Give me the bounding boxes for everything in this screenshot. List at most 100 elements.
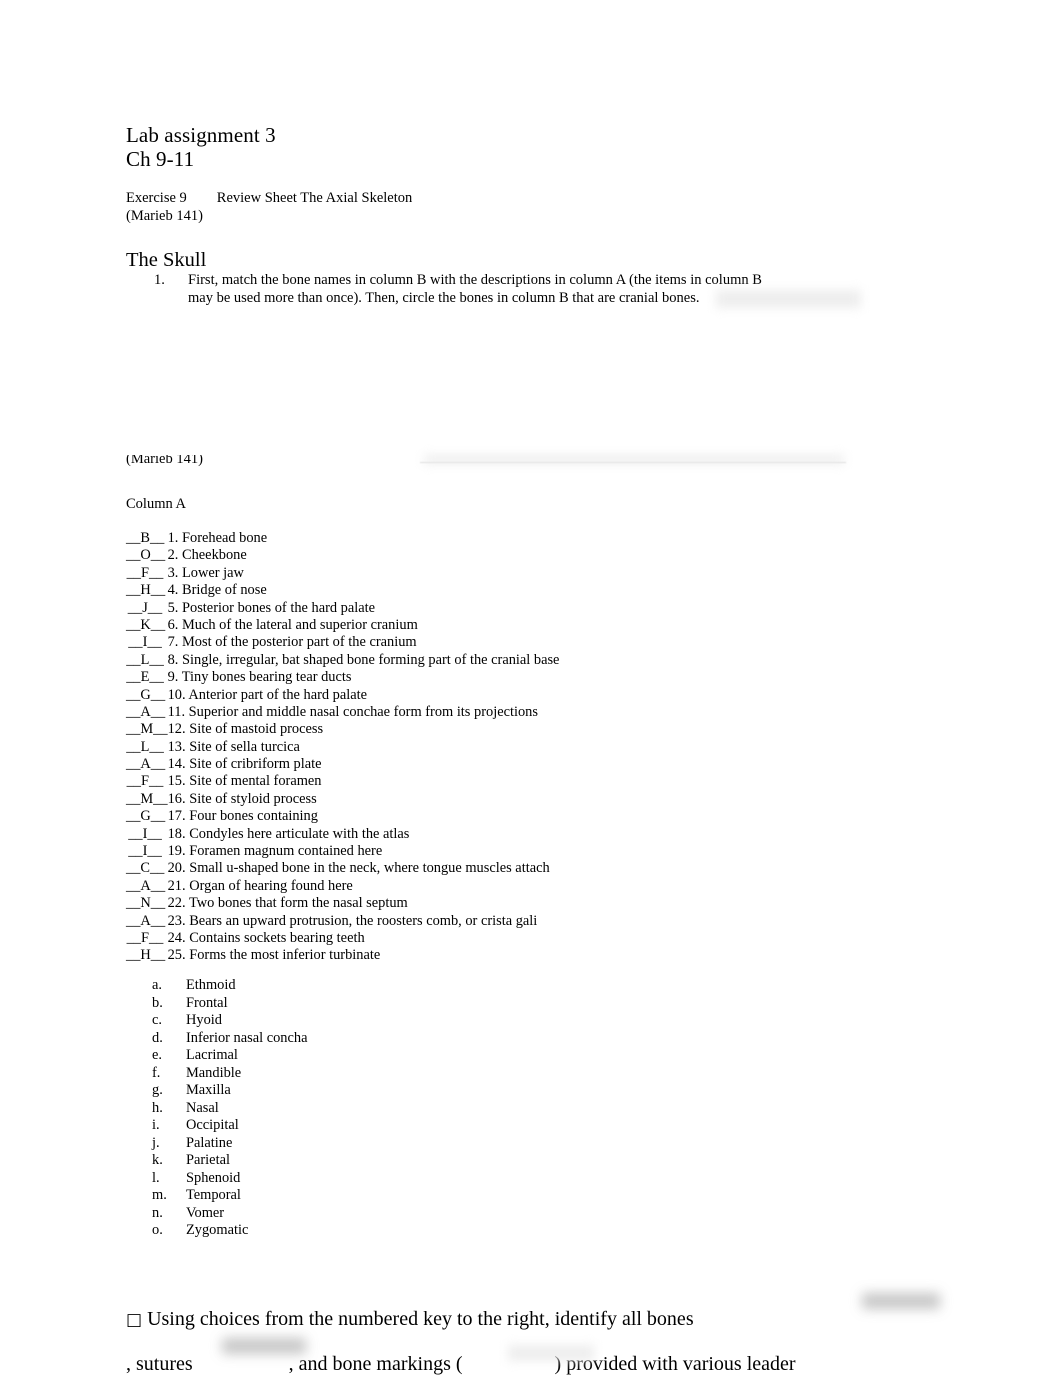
match-answer-blank[interactable]: __I__ [126,826,164,843]
match-item-description: Single, irregular, bat shaped bone formi… [178,651,560,668]
match-item-number: 8. [167,651,179,668]
match-row: __M__ 12. Site of mastoid process [126,721,559,738]
match-item-number: 17. [167,808,186,825]
match-answer-blank[interactable]: __J__ [126,600,164,617]
match-answer-blank[interactable]: __H__ [126,582,165,599]
bone-key-name: Lacrimal [186,1047,238,1063]
match-item-description: Superior and middle nasal conchae form f… [185,703,538,720]
match-answer-blank[interactable]: __I__ [126,843,164,860]
bone-key-letter: d. [152,1029,163,1046]
match-answer-blank[interactable]: __A__ [126,704,165,721]
column-a-label: Column A [126,496,187,512]
exercise-label: Exercise 9 [126,190,187,206]
match-answer-blank[interactable]: __I__ [126,634,164,651]
bone-key-name: Palatine [186,1134,233,1151]
bone-key-name: Temporal [186,1187,241,1203]
match-row: __H__ 4. Bridge of nose [126,582,559,599]
bone-key-letter: a. [152,977,162,993]
match-answer-blank[interactable]: __O__ [126,547,165,564]
bone-key-item: l. Sphenoid [126,1170,307,1188]
match-answer-blank[interactable]: __G__ [126,808,165,825]
bone-key-item: d. Inferior nasal concha [126,1030,307,1048]
match-item-description: Much of the lateral and superior cranium [178,616,418,633]
match-item-description: Anterior part of the hard palate [185,686,368,703]
match-row: __I__ 7. Most of the posterior part of t… [126,634,559,651]
bone-key-name: Mandible [186,1064,242,1081]
match-row: __A__ 14. Site of cribriform plate [126,756,559,773]
match-answer-blank[interactable]: __F__ [126,773,164,790]
match-answer-blank[interactable]: __G__ [126,687,165,704]
column-b-bone-key-list: a. Ethmoid b. Frontal c. Hyoid d. Inferior nasa… [126,977,307,1240]
match-row: __G__ 17. Four bones containing [126,808,559,825]
bone-key-item: j. Palatine [126,1135,307,1153]
bone-key-letter: e. [152,1047,162,1063]
bottom-instruction-paragraph: □ Using choices from the numbered key to… [126,1297,926,1377]
match-item-number: 13. [167,738,186,755]
match-answer-blank[interactable]: __B__ [126,530,164,547]
document-title-line-1: Lab assignment 3 [126,123,276,147]
bone-key-item: i. Occipital [126,1117,307,1135]
match-item-number: 4. [167,582,179,599]
match-row: __F__ 24. Contains sockets bearing teeth [126,930,559,947]
bone-key-name: Hyoid [186,1012,222,1028]
bone-key-name: Inferior nasal concha [186,1029,308,1046]
match-row: __M__ 16. Site of styloid process [126,791,559,808]
match-item-number: 16. [167,790,186,807]
match-answer-blank[interactable]: __L__ [126,652,164,669]
match-item-description: Site of mastoid process [185,721,324,738]
match-answer-blank[interactable]: __A__ [126,878,165,895]
match-row: __B__ 1. Forehead bone [126,530,559,547]
match-row: __L__ 13. Site of sella turcica [126,739,559,756]
match-answer-blank[interactable]: __F__ [126,565,164,582]
match-item-description: Site of cribriform plate [185,756,322,773]
match-answer-blank[interactable]: __A__ [126,756,165,773]
match-item-number: 22. [167,895,186,912]
bottom-instruction-part-4: ) provided with various leader [554,1353,796,1375]
match-answer-blank[interactable]: __L__ [126,739,164,756]
match-answer-blank[interactable]: __E__ [126,669,164,686]
match-answer-blank[interactable]: __N__ [126,895,165,912]
bone-key-item: e. Lacrimal [126,1047,307,1065]
match-answer-blank[interactable]: __A__ [126,913,165,930]
match-item-number: 10. [167,686,186,703]
bone-key-item: a. Ethmoid [126,977,307,995]
document-title: Lab assignment 3 Ch 9-11 [126,123,276,171]
match-item-number: 11. [167,703,186,720]
match-item-description: Most of the posterior part of the craniu… [178,634,417,651]
match-answer-blank[interactable]: __H__ [126,947,165,964]
match-row: __G__ 10. Anterior part of the hard pala… [126,687,559,704]
match-item-description: Contains sockets bearing teeth [185,929,365,946]
bottom-instruction-line-1: □ Using choices from the numbered key to… [126,1297,926,1342]
bone-key-letter: g. [152,1082,163,1098]
question-1: 1. First, match the bone names in column… [126,272,846,307]
document-title-line-2: Ch 9-11 [126,146,195,171]
bone-key-item: c. Hyoid [126,1012,307,1030]
match-item-number: 1. [167,530,179,546]
bone-key-item: f. Mandible [126,1065,307,1083]
match-answer-blank[interactable]: __F__ [126,930,164,947]
match-row: __A__ 21. Organ of hearing found here [126,878,559,895]
match-row: __I__ 18. Condyles here articulate with … [126,826,559,843]
bottom-instruction-part-2: , sutures [126,1353,193,1375]
match-item-number: 23. [167,912,186,929]
match-row: __C__ 20. Small u-shaped bone in the nec… [126,860,559,877]
match-item-number: 20. [167,860,186,877]
bone-key-name: Nasal [186,1099,219,1116]
match-item-number: 24. [167,929,186,946]
missing-glyph-bullet-icon: □ [126,1310,143,1330]
match-item-number: 25. [167,947,186,964]
match-answer-blank[interactable]: __M__ [126,721,168,738]
exercise-header-line: Exercise 9 Review Sheet The Axial Skeleto… [126,189,412,207]
bone-key-item: n. Vomer [126,1205,307,1223]
match-row: __J__ 5. Posterior bones of the hard pal… [126,600,559,617]
match-row: __I__ 19. Foramen magnum contained here [126,843,559,860]
match-answer-blank[interactable]: __C__ [126,860,164,877]
match-answer-blank[interactable]: __M__ [126,791,168,808]
bone-key-item: b. Frontal [126,995,307,1013]
match-item-description: Lower jaw [178,564,244,581]
source-citation: (Marieb 141) [126,208,203,224]
match-answer-blank[interactable]: __K__ [126,617,165,634]
match-item-description: Tiny bones bearing tear ducts [178,669,352,686]
match-row: __A__ 11. Superior and middle nasal conc… [126,704,559,721]
bone-key-letter: o. [152,1222,163,1238]
